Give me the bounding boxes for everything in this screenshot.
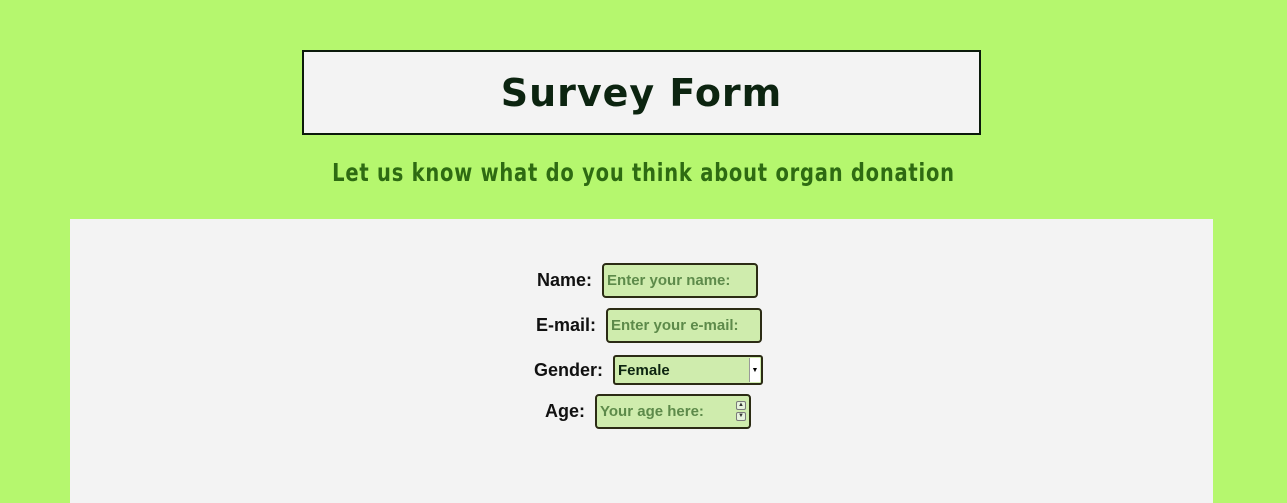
age-label: Age: bbox=[545, 401, 585, 421]
email-field[interactable]: Enter your e-mail: bbox=[606, 308, 763, 343]
age-field[interactable]: Your age here: ▲ ▼ bbox=[595, 394, 751, 429]
chevron-down-icon[interactable]: ▼ bbox=[749, 358, 761, 382]
chevron-up-icon[interactable]: ▲ bbox=[736, 401, 746, 410]
gender-row: Gender: Female ▼ bbox=[534, 355, 764, 385]
gender-selected-value: Female bbox=[618, 361, 670, 379]
name-placeholder: Enter your name: bbox=[607, 272, 731, 289]
page-title: Survey Form bbox=[500, 70, 783, 115]
email-placeholder: Enter your e-mail: bbox=[611, 317, 739, 334]
name-field[interactable]: Enter your name: bbox=[602, 263, 759, 298]
form-panel: Name: Enter your name: E-mail: Enter you… bbox=[70, 219, 1213, 503]
age-row: Age: Your age here: ▲ ▼ bbox=[545, 394, 751, 429]
page-subtitle: Let us know what do you think about orga… bbox=[332, 158, 955, 187]
gender-label: Gender: bbox=[534, 359, 604, 380]
email-row: E-mail: Enter your e-mail: bbox=[536, 308, 763, 343]
name-row: Name: Enter your name: bbox=[537, 263, 759, 298]
title-box: Survey Form bbox=[302, 50, 981, 135]
age-spinner[interactable]: ▲ ▼ bbox=[736, 401, 746, 421]
name-label: Name: bbox=[537, 270, 593, 290]
chevron-down-icon[interactable]: ▼ bbox=[736, 412, 746, 421]
email-label: E-mail: bbox=[536, 315, 597, 335]
gender-select[interactable]: Female ▼ bbox=[613, 355, 764, 385]
age-placeholder: Your age here: bbox=[600, 403, 704, 420]
